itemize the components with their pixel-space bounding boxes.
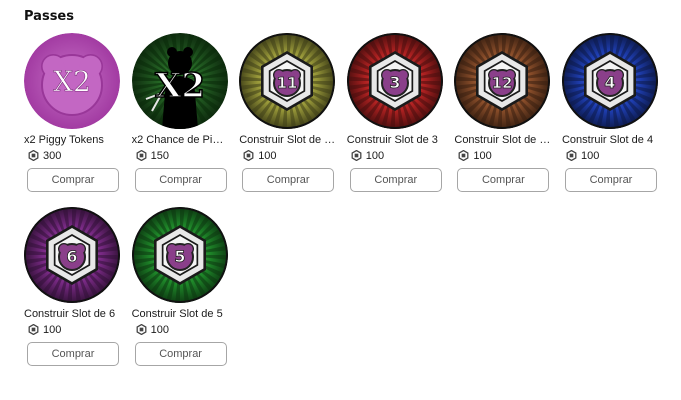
pass-card: 3 Construir Slot de 3 100 Comprar	[346, 33, 443, 193]
pass-name[interactable]: Construir Slot de 6	[24, 308, 120, 321]
pass-price: 100	[347, 149, 443, 162]
buy-button[interactable]: Comprar	[242, 168, 335, 192]
pass-price: 100	[132, 323, 228, 336]
price-value: 100	[580, 149, 600, 162]
buy-button[interactable]: Comprar	[134, 168, 227, 192]
robux-icon	[566, 150, 577, 161]
price-value: 100	[258, 149, 277, 162]
section-title: Passes	[24, 9, 74, 24]
svg-text:6: 6	[66, 247, 77, 266]
buy-button[interactable]: Comprar	[27, 342, 119, 366]
buy-button[interactable]: Comprar	[564, 168, 657, 192]
pass-name[interactable]: Construir Slot de 5	[132, 308, 228, 321]
pass-name[interactable]: Construir Slot de 3	[347, 134, 443, 147]
pass-name[interactable]: Construir Slot de 4	[562, 134, 658, 147]
pass-name[interactable]: Construir Slot de 12	[454, 134, 550, 147]
pass-name[interactable]: Construir Slot de 11	[239, 134, 335, 147]
price-value: 100	[43, 323, 62, 336]
buy-button[interactable]: Comprar	[134, 342, 227, 366]
pass-name[interactable]: x2 Chance de Piggy	[132, 134, 228, 147]
buy-button[interactable]: Comprar	[457, 168, 550, 192]
pass-price: 150	[132, 149, 228, 162]
robux-icon	[351, 150, 362, 161]
slot-6-icon[interactable]: 6	[24, 207, 120, 303]
svg-text:12: 12	[492, 74, 513, 92]
robux-icon	[28, 150, 39, 161]
robux-icon	[458, 150, 469, 161]
pass-price: 300	[24, 149, 120, 162]
pass-card: 12 Construir Slot de 12 100 Comprar	[454, 33, 551, 193]
robux-icon	[136, 150, 147, 161]
price-value: 100	[473, 149, 492, 162]
svg-text:11: 11	[277, 74, 298, 92]
slot-5-icon[interactable]: 5	[131, 207, 228, 303]
slot-4-icon[interactable]: 4	[561, 33, 658, 129]
slot-11-icon[interactable]: 11	[239, 33, 336, 129]
buy-button[interactable]: Comprar	[349, 168, 442, 192]
pass-card: 4 Construir Slot de 4 100 Comprar	[561, 33, 658, 193]
pass-card: 11 Construir Slot de 11 100 Comprar	[239, 33, 336, 193]
price-value: 100	[365, 149, 385, 162]
pass-price: 100	[239, 149, 335, 162]
buy-button[interactable]: Comprar	[27, 168, 119, 192]
passes-grid: X2 x2 Piggy Tokens 300 Comprar X2 x2 Chance d…	[24, 33, 658, 367]
pass-card: X2 x2 Chance de Piggy 150 Comprar	[131, 33, 228, 193]
robux-icon	[136, 324, 147, 335]
svg-text:X2: X2	[53, 65, 91, 98]
x2-piggy-tokens-icon[interactable]: X2	[24, 33, 120, 129]
pass-card: 6 Construir Slot de 6 100 Comprar	[24, 207, 120, 367]
pass-price: 100	[562, 149, 658, 162]
price-value: 300	[43, 149, 62, 162]
pass-card: 5 Construir Slot de 5 100 Comprar	[131, 207, 228, 367]
svg-text:3: 3	[389, 73, 400, 92]
pass-price: 100	[454, 149, 550, 162]
slot-3-icon[interactable]: 3	[346, 33, 443, 129]
price-value: 100	[150, 323, 169, 336]
pass-price: 100	[24, 323, 120, 336]
svg-text:5: 5	[174, 247, 185, 266]
pass-name[interactable]: x2 Piggy Tokens	[24, 134, 120, 147]
price-value: 150	[150, 149, 169, 162]
pass-card: X2 x2 Piggy Tokens 300 Comprar	[24, 33, 120, 193]
robux-icon	[28, 324, 39, 335]
x2-chance-piggy-icon[interactable]: X2	[131, 33, 228, 129]
slot-12-icon[interactable]: 12	[454, 33, 551, 129]
svg-text:4: 4	[604, 73, 615, 92]
svg-text:X2: X2	[155, 66, 205, 106]
robux-icon	[243, 150, 254, 161]
